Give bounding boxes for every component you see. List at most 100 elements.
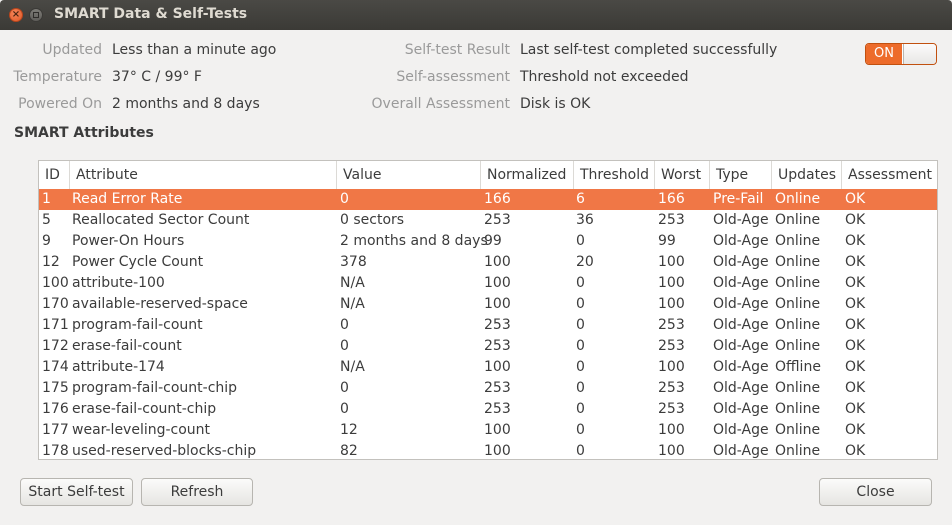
cell-attribute: erase-fail-count-chip [72, 401, 217, 417]
cell-type: Old-Age [713, 338, 769, 354]
table-row[interactable]: 170 available-reserved-space N/A 100 0 100 Old… [39, 294, 937, 315]
cell-worst: 99 [658, 233, 676, 249]
cell-normalized: 99 [484, 233, 502, 249]
window-close-button[interactable]: × [9, 8, 23, 22]
table-row[interactable]: 172 erase-fail-count 0 253 0 253 Old-Age Online… [39, 336, 937, 357]
column-header-threshold[interactable]: Threshold [574, 161, 655, 189]
cell-value: 82 [340, 443, 358, 459]
cell-updates: Online [775, 401, 821, 417]
column-header-updates[interactable]: Updates [772, 161, 842, 189]
cell-updates: Online [775, 317, 821, 333]
cell-value: N/A [340, 359, 365, 375]
close-icon: × [11, 9, 21, 20]
cell-value: N/A [340, 296, 365, 312]
cell-attribute: Power-On Hours [72, 233, 185, 249]
cell-value: N/A [340, 275, 365, 291]
cell-id: 12 [42, 254, 60, 270]
cell-value: 0 [340, 401, 349, 417]
cell-id: 100 [42, 275, 69, 291]
section-title: SMART Attributes [14, 125, 154, 141]
cell-threshold: 36 [576, 212, 594, 228]
cell-worst: 100 [658, 254, 685, 270]
cell-updates: Online [775, 422, 821, 438]
window-maximize-button[interactable] [29, 8, 43, 22]
cell-value: 12 [340, 422, 358, 438]
cell-normalized: 100 [484, 422, 511, 438]
cell-threshold: 0 [576, 422, 585, 438]
cell-value: 0 sectors [340, 212, 405, 228]
cell-id: 9 [42, 233, 51, 249]
cell-updates: Online [775, 275, 821, 291]
cell-attribute: program-fail-count [72, 317, 203, 333]
cell-value: 0 [340, 191, 349, 207]
cell-value: 0 [340, 380, 349, 396]
column-header-normalized[interactable]: Normalized [481, 161, 574, 189]
cell-attribute: attribute-100 [72, 275, 165, 291]
cell-type: Old-Age [713, 212, 769, 228]
cell-type: Old-Age [713, 296, 769, 312]
table-header: ID Attribute Value Normalized Threshold Worst… [39, 161, 937, 190]
table-row[interactable]: 176 erase-fail-count-chip 0 253 0 253 Old-Age O… [39, 399, 937, 420]
cell-updates: Online [775, 443, 821, 459]
powered-on-value: 2 months and 8 days [112, 96, 260, 112]
cell-worst: 253 [658, 380, 685, 396]
cell-assessment: OK [845, 443, 866, 459]
cell-assessment: OK [845, 422, 866, 438]
cell-attribute: used-reserved-blocks-chip [72, 443, 257, 459]
cell-threshold: 0 [576, 275, 585, 291]
cell-type: Old-Age [713, 401, 769, 417]
cell-updates: Online [775, 212, 821, 228]
cell-assessment: OK [845, 401, 866, 417]
column-header-worst[interactable]: Worst [655, 161, 710, 189]
column-header-id[interactable]: ID [39, 161, 70, 189]
table-row[interactable]: 174 attribute-174 N/A 100 0 100 Old-Age Offline… [39, 357, 937, 378]
table-row[interactable]: 5 Reallocated Sector Count 0 sectors 253 36 2… [39, 210, 937, 231]
column-header-assessment[interactable]: Assessment [842, 161, 937, 189]
overall-assessment-label: Overall Assessment [371, 96, 510, 112]
cell-id: 172 [42, 338, 69, 354]
cell-normalized: 100 [484, 359, 511, 375]
table-row[interactable]: 171 program-fail-count 0 253 0 253 Old-Age Onli… [39, 315, 937, 336]
cell-type: Old-Age [713, 275, 769, 291]
cell-type: Pre-Fail [713, 191, 764, 207]
cell-updates: Offline [775, 359, 821, 375]
toggle-knob[interactable] [903, 44, 936, 64]
cell-attribute: wear-leveling-count [72, 422, 211, 438]
cell-id: 1 [42, 191, 51, 207]
table-row[interactable]: 9 Power-On Hours 2 months and 8 days 99 0 99 O… [39, 231, 937, 252]
cell-assessment: OK [845, 212, 866, 228]
cell-worst: 100 [658, 443, 685, 459]
column-header-value[interactable]: Value [337, 161, 481, 189]
cell-id: 170 [42, 296, 69, 312]
cell-updates: Online [775, 254, 821, 270]
close-button[interactable]: Close [819, 478, 932, 506]
column-header-attribute[interactable]: Attribute [70, 161, 337, 189]
smart-attributes-table[interactable]: ID Attribute Value Normalized Threshold Worst… [38, 160, 938, 460]
cell-normalized: 253 [484, 212, 511, 228]
cell-id: 5 [42, 212, 51, 228]
cell-normalized: 100 [484, 296, 511, 312]
toggle-on-label: ON [866, 44, 902, 64]
cell-assessment: OK [845, 359, 866, 375]
cell-threshold: 0 [576, 296, 585, 312]
table-row[interactable]: 177 wear-leveling-count 12 100 0 100 Old-Age On… [39, 420, 937, 441]
cell-type: Old-Age [713, 254, 769, 270]
cell-worst: 253 [658, 338, 685, 354]
table-row[interactable]: 1 Read Error Rate 0 166 6 166 Pre-Fail Online OK [39, 189, 937, 210]
cell-updates: Online [775, 191, 821, 207]
table-row[interactable]: 178 used-reserved-blocks-chip 82 100 0 100 Old… [39, 441, 937, 459]
cell-worst: 100 [658, 422, 685, 438]
column-header-type[interactable]: Type [710, 161, 772, 189]
smart-toggle-switch[interactable]: ON [865, 43, 937, 65]
refresh-button[interactable]: Refresh [141, 478, 253, 506]
cell-type: Old-Age [713, 422, 769, 438]
table-row[interactable]: 175 program-fail-count-chip 0 253 0 253 Old-Ag… [39, 378, 937, 399]
cell-threshold: 0 [576, 233, 585, 249]
table-row[interactable]: 12 Power Cycle Count 378 100 20 100 Old-Age Onl… [39, 252, 937, 273]
start-selftest-button[interactable]: Start Self-test [20, 478, 133, 506]
table-row[interactable]: 100 attribute-100 N/A 100 0 100 Old-Age Online O… [39, 273, 937, 294]
cell-threshold: 0 [576, 443, 585, 459]
powered-on-label: Powered On [18, 96, 102, 112]
cell-assessment: OK [845, 296, 866, 312]
cell-threshold: 6 [576, 191, 585, 207]
